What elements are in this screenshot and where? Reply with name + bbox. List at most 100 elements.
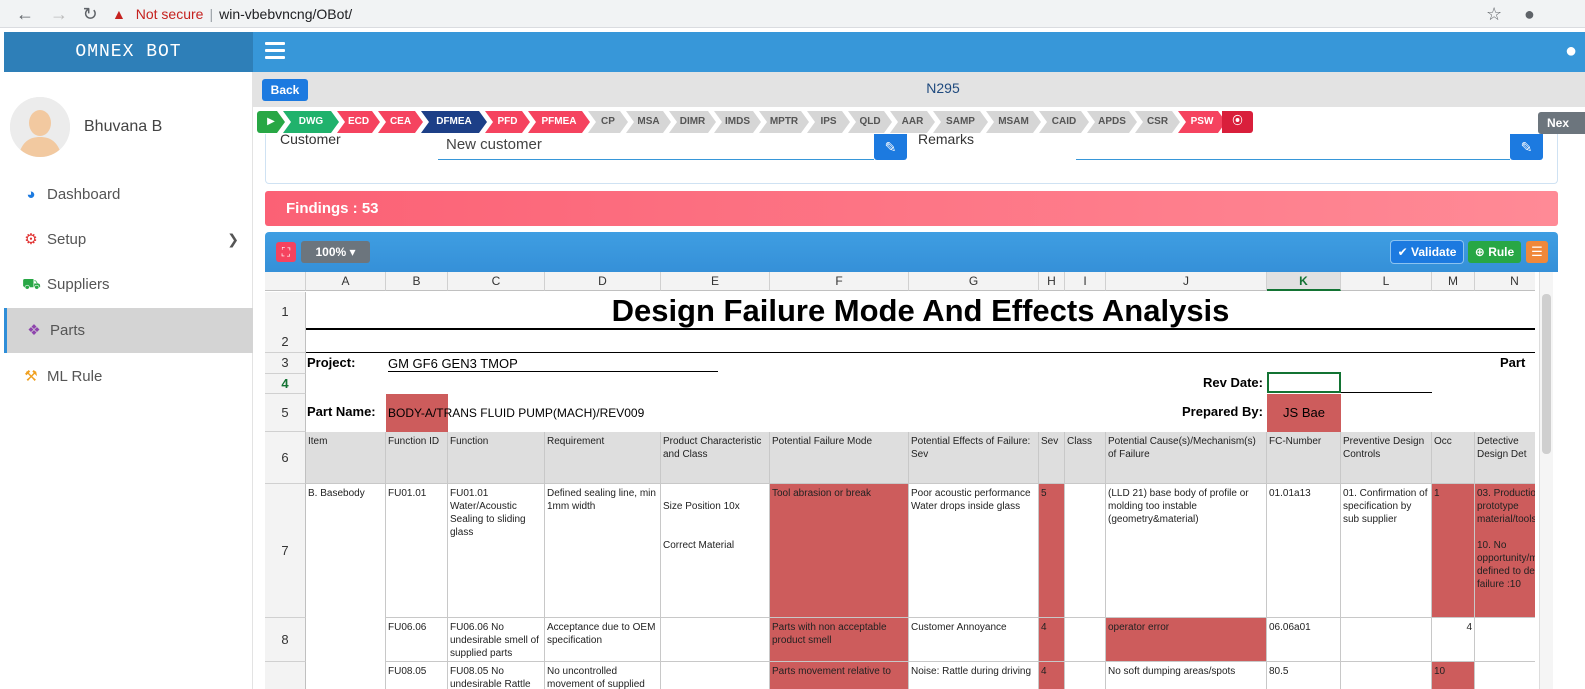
header-cell[interactable]: Potential Failure Mode bbox=[770, 432, 909, 484]
table-cell[interactable]: Parts with non acceptable product smell bbox=[770, 618, 909, 662]
table-cell[interactable] bbox=[661, 662, 770, 689]
table-cell[interactable]: 03. Production prototype material/tools … bbox=[1475, 484, 1535, 618]
header-cell[interactable]: Product Characteristic and Class bbox=[661, 432, 770, 484]
table-cell[interactable]: 01. Confirmation of specification by sub… bbox=[1341, 484, 1432, 618]
stage-dfmea[interactable]: DFMEA bbox=[421, 111, 487, 133]
remarks-edit-icon[interactable]: ✎ bbox=[1510, 134, 1543, 160]
table-cell[interactable] bbox=[1065, 618, 1106, 662]
column-header[interactable]: D bbox=[545, 272, 661, 291]
sidebar-item-dashboard[interactable]: ◕ Dashboard bbox=[4, 172, 253, 217]
table-cell[interactable]: 06.06a01 bbox=[1267, 618, 1341, 662]
table-cell[interactable]: 80.5 bbox=[1267, 662, 1341, 689]
table-cell[interactable]: operator error bbox=[1106, 618, 1267, 662]
table-cell[interactable]: Defined sealing line, min 1mm width bbox=[545, 484, 661, 618]
customer-edit-icon[interactable]: ✎ bbox=[874, 134, 907, 160]
rule-button[interactable]: ⊕ Rule bbox=[1468, 241, 1521, 263]
table-cell[interactable]: 01.01a13 bbox=[1267, 484, 1341, 618]
selected-cell[interactable] bbox=[1267, 372, 1341, 393]
table-cell[interactable] bbox=[1475, 618, 1535, 662]
header-cell[interactable]: Detective Design Det bbox=[1475, 432, 1535, 484]
stage-ips[interactable]: IPS bbox=[807, 111, 850, 133]
sidebar-item-setup[interactable]: ⚙ Setup ❯ bbox=[4, 217, 253, 262]
stage-dwg[interactable]: DWG bbox=[283, 111, 339, 133]
star-icon[interactable]: ☆ bbox=[1486, 3, 1502, 25]
scrollbar-thumb[interactable] bbox=[1542, 294, 1551, 454]
row-header[interactable]: 7 bbox=[265, 484, 306, 618]
column-header[interactable]: A bbox=[306, 272, 386, 291]
part-name-value[interactable]: BODY-A/TRANS FLUID PUMP(MACH)/REV009 bbox=[388, 406, 644, 420]
column-header[interactable]: M bbox=[1432, 272, 1475, 291]
stage-pfd[interactable]: PFD bbox=[485, 111, 530, 133]
row-header[interactable]: 8 bbox=[265, 618, 306, 662]
list-menu-icon[interactable]: ☰ bbox=[1526, 241, 1548, 263]
column-header[interactable]: N bbox=[1475, 272, 1535, 291]
sheet-title[interactable]: Design Failure Mode And Effects Analysis bbox=[306, 292, 1535, 330]
stage-aar[interactable]: AAR bbox=[890, 111, 935, 133]
table-cell[interactable]: FU01.01 Water/Acoustic Sealing to slidin… bbox=[448, 484, 545, 618]
column-header[interactable]: I bbox=[1065, 272, 1106, 291]
column-header[interactable]: F bbox=[770, 272, 909, 291]
sheet-corner[interactable] bbox=[265, 272, 306, 291]
column-header[interactable]: E bbox=[661, 272, 770, 291]
table-cell[interactable] bbox=[1475, 662, 1535, 689]
stage-msa[interactable]: MSA bbox=[626, 111, 671, 133]
profile-icon[interactable]: ● bbox=[1524, 3, 1535, 25]
table-cell[interactable]: 10 bbox=[1432, 662, 1475, 689]
table-cell[interactable] bbox=[1341, 662, 1432, 689]
table-cell[interactable]: No uncontrolled movement of supplied bbox=[545, 662, 661, 689]
row-header[interactable] bbox=[265, 662, 306, 689]
sidebar-item-ml-rule[interactable]: ⚒ ML Rule bbox=[4, 354, 253, 399]
table-cell[interactable]: FU06.06 bbox=[386, 618, 448, 662]
project-value[interactable]: GM GF6 GEN3 TMOP bbox=[388, 356, 718, 372]
row-header[interactable]: 5 bbox=[265, 394, 306, 432]
address-bar[interactable]: ▲ Not secure | win-vbebvnc​ng/OBot/ bbox=[112, 3, 1517, 25]
spreadsheet[interactable]: A B C D E F G H I J K L M N 1 2 3 4 5 6 … bbox=[265, 272, 1535, 689]
stage-apds[interactable]: APDS bbox=[1087, 111, 1137, 133]
sidebar-item-parts[interactable]: ❖ Parts bbox=[4, 308, 253, 353]
table-cell[interactable]: Acceptance due to OEM specification bbox=[545, 618, 661, 662]
stage-msam[interactable]: MSAM bbox=[986, 111, 1041, 133]
table-cell[interactable]: 1 bbox=[1432, 484, 1475, 618]
header-cell[interactable]: Function bbox=[448, 432, 545, 484]
stage-qld[interactable]: QLD bbox=[848, 111, 892, 133]
table-cell[interactable] bbox=[661, 618, 770, 662]
part-label[interactable]: Part bbox=[1500, 355, 1525, 370]
stage-cea[interactable]: CEA bbox=[378, 111, 423, 133]
column-header[interactable]: B bbox=[386, 272, 448, 291]
part-name-label[interactable]: Part Name: bbox=[307, 404, 376, 419]
header-cell[interactable]: Potential Effects of Failure: Sev bbox=[909, 432, 1039, 484]
vertical-scrollbar[interactable] bbox=[1539, 272, 1553, 689]
header-cell[interactable]: Preventive Design Controls bbox=[1341, 432, 1432, 484]
stage-caid[interactable]: CAID bbox=[1039, 111, 1089, 133]
header-cell[interactable]: Sev bbox=[1039, 432, 1065, 484]
forward-arrow-icon[interactable]: → bbox=[48, 3, 70, 25]
stage-psw[interactable]: PSW bbox=[1178, 111, 1226, 133]
row-header[interactable]: 2 bbox=[265, 332, 306, 353]
column-header[interactable]: H bbox=[1039, 272, 1065, 291]
header-cell[interactable]: FC-Number bbox=[1267, 432, 1341, 484]
project-label[interactable]: Project: bbox=[307, 355, 355, 370]
column-header[interactable]: G bbox=[909, 272, 1039, 291]
table-cell[interactable]: (LLD 21) base body of profile or molding… bbox=[1106, 484, 1267, 618]
row-header-selected[interactable]: 4 bbox=[265, 374, 306, 394]
table-cell[interactable]: Tool abrasion or break bbox=[770, 484, 909, 618]
row-header[interactable]: 6 bbox=[265, 432, 306, 484]
table-cell[interactable]: 5 bbox=[1039, 484, 1065, 618]
table-cell[interactable] bbox=[1065, 484, 1106, 618]
hamburger-icon[interactable] bbox=[265, 42, 285, 60]
column-header[interactable]: J bbox=[1106, 272, 1267, 291]
header-cell[interactable]: Potential Cause(s)/Mechanism(s) of Failu… bbox=[1106, 432, 1267, 484]
table-cell[interactable]: FU08.05 No undesirable Rattle bbox=[448, 662, 545, 689]
stage-samp[interactable]: SAMP bbox=[933, 111, 988, 133]
prepared-by-value[interactable]: JS Bae bbox=[1267, 394, 1341, 432]
row-header[interactable]: 3 bbox=[265, 353, 306, 374]
stage-mptr[interactable]: MPTR bbox=[759, 111, 809, 133]
header-cell[interactable]: Item bbox=[306, 432, 386, 484]
customer-field[interactable]: New customer bbox=[438, 134, 874, 160]
back-button[interactable]: Back bbox=[262, 79, 308, 101]
table-cell[interactable]: FU06.06 No undesirable smell of supplied… bbox=[448, 618, 545, 662]
table-cell[interactable]: 4 bbox=[1432, 618, 1475, 662]
table-cell[interactable] bbox=[1341, 618, 1432, 662]
reload-icon[interactable]: ↻ bbox=[79, 3, 101, 25]
fullscreen-icon[interactable]: ⛶ bbox=[276, 242, 296, 262]
